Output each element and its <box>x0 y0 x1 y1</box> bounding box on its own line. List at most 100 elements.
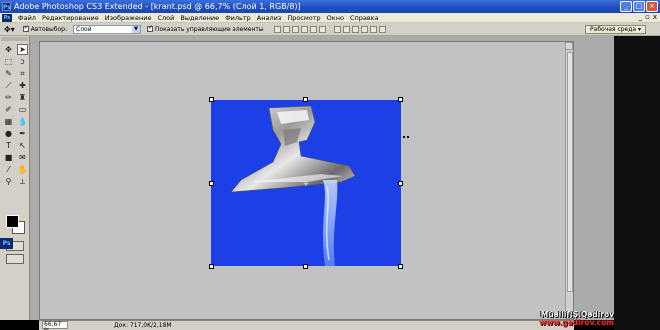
distribute-hcenter-icon[interactable] <box>369 25 377 33</box>
document-window-controls: _ ▫ x <box>639 13 657 21</box>
distribute-vcenter-icon[interactable] <box>342 25 350 33</box>
align-bottom-icon[interactable] <box>291 25 299 33</box>
lasso-tool-icon[interactable]: ↄ <box>17 56 28 67</box>
faucet-illustration: + <box>230 105 356 266</box>
tools-panel: ✥ ➤ ⬚ ↄ ✎ ⌗ ⟋ ✚ ✏ ♜ ✐ ▭ ▦ 💧 ● ✒ T ↖ ■ ✉ … <box>0 36 30 320</box>
eyedropper-tool-icon[interactable]: ⁄ <box>3 164 14 175</box>
3d-tool-icon[interactable]: ⟂ <box>17 176 28 187</box>
menu-filter[interactable]: Фильтр <box>222 14 254 22</box>
scroll-up-arrow[interactable] <box>565 42 573 50</box>
menu-window[interactable]: Окно <box>324 14 347 22</box>
zoom-tool-icon[interactable]: ⚲ <box>3 176 14 187</box>
zoom-field[interactable]: 66,67 % <box>42 321 68 330</box>
ps-menu-logo: Ps <box>2 13 12 22</box>
move-tool-preset-icon[interactable]: ✥▾ <box>4 25 15 34</box>
align-left-icon[interactable] <box>300 25 308 33</box>
show-controls-group: Показать управляющие элементы <box>147 24 264 33</box>
author-watermark: Müəllif:Ş.Qədirov www.gadirov.com <box>508 311 614 327</box>
brush-tool-icon[interactable]: ✏ <box>3 92 14 103</box>
pen-tool-icon[interactable]: ✒ <box>17 128 28 139</box>
shape-tool-icon[interactable]: ■ <box>3 152 14 163</box>
options-bar: ✥▾ Автовыбор: Слой ▼ Показать управляющи… <box>0 23 660 36</box>
menu-help[interactable]: Справка <box>347 14 382 22</box>
auto-select-dropdown[interactable]: Слой ▼ <box>73 24 141 34</box>
svg-text:+: + <box>303 180 309 188</box>
bounding-marker <box>403 136 405 138</box>
transform-handle-mr[interactable] <box>398 181 403 186</box>
move-tool-icon[interactable]: ✥ <box>3 44 14 55</box>
document-size[interactable]: Док: 717,0K/2,18M <box>114 321 172 330</box>
transform-handle-bl[interactable] <box>209 264 214 269</box>
align-hcenter-icon[interactable] <box>309 25 317 33</box>
vertical-scrollbar[interactable] <box>565 42 573 319</box>
align-right-icon[interactable] <box>318 25 326 33</box>
align-top-icon[interactable] <box>273 25 281 33</box>
healing-tool-icon[interactable]: ✚ <box>17 80 28 91</box>
align-vcenter-icon[interactable] <box>282 25 290 33</box>
foreground-color-swatch[interactable] <box>6 215 19 228</box>
history-brush-icon[interactable]: ✐ <box>3 104 14 115</box>
status-bar: 66,67 % Док: 717,0K/2,18M <box>39 320 574 330</box>
marquee-tool-icon[interactable]: ⬚ <box>3 56 14 67</box>
auto-select-label: Автовыбор: <box>30 25 67 33</box>
eraser-tool-icon[interactable]: ▭ <box>17 104 28 115</box>
window-title: Adobe Photoshop CS3 Extended - [krant.ps… <box>14 2 301 11</box>
menu-layer[interactable]: Слой <box>154 14 177 22</box>
stamp-tool-icon[interactable]: ♜ <box>17 92 28 103</box>
photoshop-app-icon: Ps <box>2 2 11 11</box>
hand-tool-icon[interactable]: ✋ <box>17 164 28 175</box>
title-bar: Ps Adobe Photoshop CS3 Extended - [krant… <box>0 0 660 13</box>
slice-tool-icon[interactable]: ⟋ <box>3 80 14 91</box>
chevron-down-icon: ▼ <box>132 25 140 33</box>
quick-select-tool-icon[interactable]: ✎ <box>3 68 14 79</box>
workspace-button[interactable]: Рабочая среда ▾ <box>585 25 646 34</box>
gradient-tool-icon[interactable]: ▦ <box>3 116 14 127</box>
watermark-url: www.gadirov.com <box>539 318 614 327</box>
menu-view[interactable]: Просмотр <box>284 14 323 22</box>
path-select-icon[interactable]: ↖ <box>17 140 28 151</box>
distribute-left-icon[interactable] <box>360 25 368 33</box>
menu-file[interactable]: Файл <box>15 14 39 22</box>
show-controls-label: Показать управляющие элементы <box>155 25 264 33</box>
auto-select-checkbox[interactable] <box>22 24 29 32</box>
menu-bar: Ps Файл Редактирование Изображение Слой … <box>0 13 660 23</box>
minimize-button[interactable]: _ <box>620 1 632 12</box>
transform-handle-bc[interactable] <box>303 264 308 269</box>
align-buttons <box>273 25 326 33</box>
doc-close-button[interactable]: x <box>653 13 657 21</box>
tool-grid: ✥ ➤ ⬚ ↄ ✎ ⌗ ⟋ ✚ ✏ ♜ ✐ ▭ ▦ 💧 ● ✒ T ↖ ■ ✉ … <box>0 42 29 189</box>
right-gray-area <box>574 36 614 320</box>
distribute-buttons <box>333 25 386 33</box>
right-dark-area <box>614 36 660 330</box>
distribute-bottom-icon[interactable] <box>351 25 359 33</box>
transform-handle-tr[interactable] <box>398 97 403 102</box>
distribute-right-icon[interactable] <box>378 25 386 33</box>
close-button[interactable]: × <box>646 1 658 12</box>
ps-side-tab[interactable]: Ps <box>0 238 13 249</box>
panel-grip[interactable] <box>1 37 28 41</box>
maximize-button[interactable]: □ <box>633 1 645 12</box>
blur-tool-icon[interactable]: 💧 <box>17 116 28 127</box>
crop-tool-icon[interactable]: ⌗ <box>17 68 28 79</box>
notes-tool-icon[interactable]: ✉ <box>17 152 28 163</box>
menu-image[interactable]: Изображение <box>102 14 155 22</box>
screen-mode-button[interactable] <box>6 254 24 264</box>
dodge-tool-icon[interactable]: ● <box>3 128 14 139</box>
auto-select-group: Автовыбор: <box>22 24 67 33</box>
doc-minimize-button[interactable]: _ <box>639 13 643 21</box>
doc-restore-button[interactable]: ▫ <box>645 13 650 21</box>
type-tool-icon[interactable]: T <box>3 140 14 151</box>
transform-handle-tl[interactable] <box>209 97 214 102</box>
move-tool-active-icon[interactable]: ➤ <box>17 44 28 55</box>
menu-analysis[interactable]: Анализ <box>254 14 285 22</box>
menu-select[interactable]: Выделение <box>177 14 222 22</box>
transform-handle-ml[interactable] <box>209 181 214 186</box>
scrollbar-thumb[interactable] <box>567 52 573 292</box>
window-controls: _ □ × <box>620 1 658 12</box>
canvas-image[interactable]: + <box>211 100 401 266</box>
distribute-top-icon[interactable] <box>333 25 341 33</box>
show-controls-checkbox[interactable] <box>147 24 153 32</box>
transform-handle-br[interactable] <box>398 264 403 269</box>
transform-handle-tc[interactable] <box>303 97 308 102</box>
menu-edit[interactable]: Редактирование <box>39 14 102 22</box>
